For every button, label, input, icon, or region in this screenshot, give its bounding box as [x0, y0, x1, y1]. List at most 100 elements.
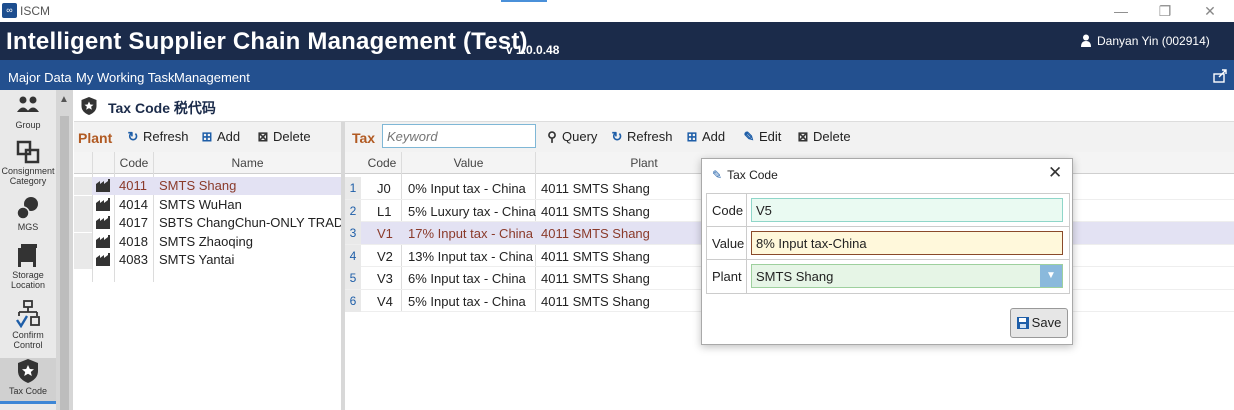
tax-plant-cell: 4011 SMTS Shang [541, 293, 650, 309]
table-row[interactable]: 4017 SBTS ChangChun-ONLY TRADE [74, 214, 352, 232]
tax-value-cell: 5% Luxury tax - China [408, 203, 536, 219]
tax-plant-cell: 4011 SMTS Shang [541, 181, 650, 196]
tax-code-dialog: ✎ Tax Code ✕ Code V5 Value 8% Input tax-C… [701, 158, 1073, 345]
factory-icon [96, 216, 110, 232]
user-icon [1081, 34, 1091, 47]
plant-select[interactable]: SMTS Shang ▼ [751, 264, 1063, 288]
nav-label: Confirm Control [12, 330, 44, 350]
table-row[interactable]: 4011 SMTS Shang [74, 177, 341, 195]
active-tab-indicator [501, 0, 547, 2]
close-icon[interactable]: ✕ [1200, 2, 1220, 20]
page-title: Tax Code 税代码 [108, 100, 216, 116]
tax-code-icon [81, 97, 97, 115]
menu-item-my-working-task[interactable]: My Working Task [76, 70, 175, 85]
user-info[interactable]: Danyan Yin (002914) [1081, 34, 1210, 48]
plant-refresh-button[interactable]: ↻ Refresh [126, 129, 189, 145]
tax-value-cell: 13% Input tax - China [408, 248, 534, 264]
column-header-code[interactable]: Code [116, 156, 152, 170]
row-header[interactable] [74, 251, 92, 269]
column-header-value[interactable]: Value [402, 156, 535, 170]
value-field[interactable]: 8% Input tax-China [751, 231, 1063, 255]
column-header-code[interactable]: Code [363, 156, 401, 170]
tax-refresh-button[interactable]: ↻ Refresh [610, 129, 673, 145]
row-number[interactable]: 3 [345, 222, 361, 244]
close-icon[interactable]: ✕ [1048, 163, 1062, 183]
group-icon [17, 96, 39, 112]
plant-add-button[interactable]: ⊞ Add [200, 129, 241, 145]
restore-icon[interactable]: ❐ [1155, 2, 1175, 20]
edit-icon: ✎ [743, 129, 755, 144]
tax-code-form: Code V5 Value 8% Input tax-China Plant S… [706, 193, 1070, 294]
form-row-value: Value 8% Input tax-China [707, 227, 1069, 260]
tax-value-cell: 17% Input tax - China [408, 226, 534, 241]
tax-code-cell: L1 [377, 203, 392, 219]
row-header[interactable] [74, 195, 92, 214]
plant-label: Plant [78, 130, 113, 146]
nav-label: MGS [17, 222, 39, 232]
plant-name: SMTS Yantai [159, 252, 235, 267]
nav-item-mgs[interactable]: MGS [0, 196, 56, 236]
tax-code-cell: V3 [377, 271, 393, 286]
table-row[interactable]: 4018 SMTS Zhaoqing [74, 232, 341, 251]
row-header[interactable] [74, 177, 92, 195]
row-number[interactable]: 1 [345, 177, 361, 199]
save-label: Save [1031, 315, 1062, 330]
tax-search-input[interactable] [382, 124, 536, 148]
table-row[interactable]: 4083 SMTS Yantai [74, 251, 341, 269]
row-header[interactable] [74, 232, 92, 251]
menu-item-management[interactable]: Management [174, 70, 250, 85]
tax-plant-cell: 4011 SMTS Shang [541, 271, 650, 286]
nav-scrollbar[interactable]: ▲ [56, 90, 73, 410]
row-number[interactable]: 2 [345, 199, 361, 222]
button-label: Delete [273, 129, 311, 144]
plant-code: 4011 [119, 178, 147, 193]
button-label: Add [702, 129, 726, 144]
tax-query-button[interactable]: ⚲ Query [545, 129, 597, 145]
tax-delete-button[interactable]: ⊠ Delete [796, 129, 851, 145]
plant-delete-button[interactable]: ⊠ Delete [256, 129, 311, 145]
nav-item-confirm-control[interactable]: Confirm Control [0, 300, 56, 356]
button-label: Add [217, 129, 241, 144]
save-button[interactable]: Save [1010, 308, 1068, 338]
nav-item-tax-code[interactable]: Tax Code [0, 358, 56, 404]
factory-icon [96, 234, 110, 251]
table-row[interactable]: 4014 SMTS WuHan [74, 195, 341, 214]
tax-value-cell: 6% Input tax - China [408, 271, 526, 286]
row-number[interactable]: 5 [345, 267, 361, 289]
row-header[interactable] [74, 214, 92, 232]
plant-name: SMTS Shang [159, 178, 237, 193]
tax-plant-cell: 4011 SMTS Shang [541, 226, 650, 241]
consignment-category-icon [16, 140, 40, 164]
menu-item-major-data[interactable]: Major Data [8, 70, 72, 85]
factory-icon [96, 179, 110, 195]
tax-add-button[interactable]: ⊞ Add [685, 129, 726, 145]
dialog-title-text: Tax Code [727, 168, 778, 182]
plant-name: SBTS ChangChun-ONLY TRADE [159, 215, 352, 230]
save-icon [1016, 317, 1029, 329]
app-header: Intelligent Supplier Chain Management (T… [0, 22, 1234, 60]
scroll-up-icon[interactable]: ▲ [59, 94, 69, 105]
tax-code-cell: J0 [377, 181, 391, 196]
mgs-icon [16, 197, 38, 220]
export-icon[interactable] [1212, 68, 1228, 84]
tax-value-cell: 0% Input tax - China [408, 181, 526, 196]
tax-toolbar: Tax ⚲ Query ↻ Refresh ⊞ Add ✎ Edit ⊠ Delete [345, 122, 1234, 152]
user-name: Danyan Yin (002914) [1097, 34, 1210, 48]
plant-code: 4083 [119, 252, 148, 267]
chevron-down-icon[interactable]: ▼ [1040, 265, 1062, 287]
tax-value-cell: 5% Input tax - China [408, 293, 526, 309]
nav-item-storage-location[interactable]: Storage Location [0, 242, 56, 294]
column-header-name[interactable]: Name [154, 156, 341, 170]
nav-item-consignment-category[interactable]: Consignment Category [0, 140, 56, 190]
row-number[interactable]: 6 [345, 289, 361, 312]
row-number[interactable]: 4 [345, 244, 361, 267]
tax-edit-button[interactable]: ✎ Edit [742, 129, 782, 145]
dialog-title: ✎ Tax Code [712, 168, 778, 182]
scrollbar-thumb[interactable] [60, 116, 69, 410]
code-field[interactable]: V5 [751, 198, 1063, 222]
minimize-icon[interactable]: — [1111, 2, 1131, 20]
tax-plant-cell: 4011 SMTS Shang [541, 248, 650, 264]
button-label: Refresh [627, 129, 673, 144]
tax-code-cell: V4 [377, 293, 393, 309]
nav-item-group[interactable]: Group [0, 94, 56, 138]
